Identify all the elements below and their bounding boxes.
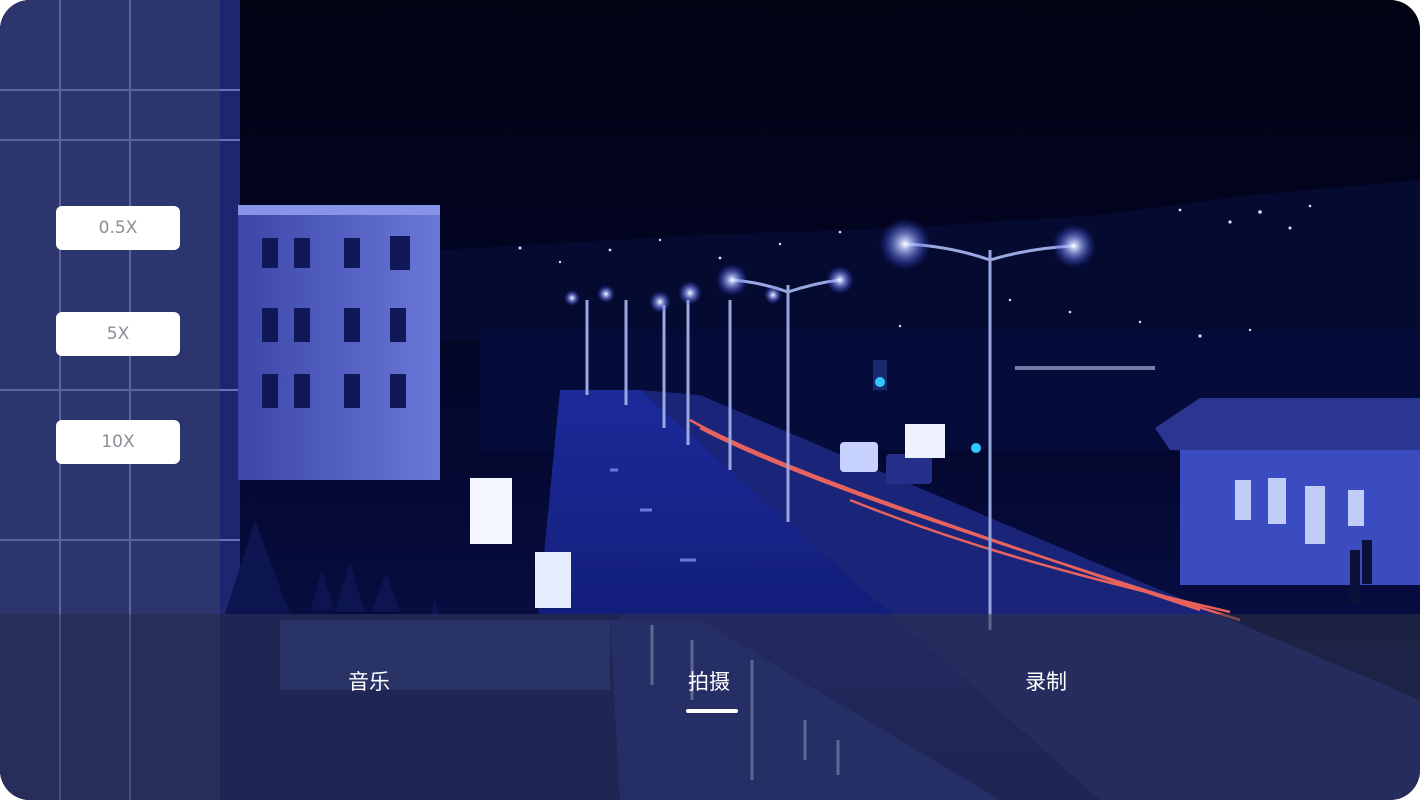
zoom-10x-button[interactable]: 10X [56,420,180,464]
zoom-panel [0,0,220,614]
mode-tab-record[interactable]: 录制 [1025,666,1067,696]
active-tab-indicator [686,709,738,713]
zoom-0-5x-button[interactable]: 0.5X [56,206,180,250]
mode-tab-music[interactable]: 音乐 [348,666,390,696]
mode-bar [0,614,1420,800]
mode-tab-shoot[interactable]: 拍摄 [688,666,730,696]
camera-screen: 0.5X 5X 10X 音乐 拍摄 录制 [0,0,1420,800]
zoom-5x-button[interactable]: 5X [56,312,180,356]
